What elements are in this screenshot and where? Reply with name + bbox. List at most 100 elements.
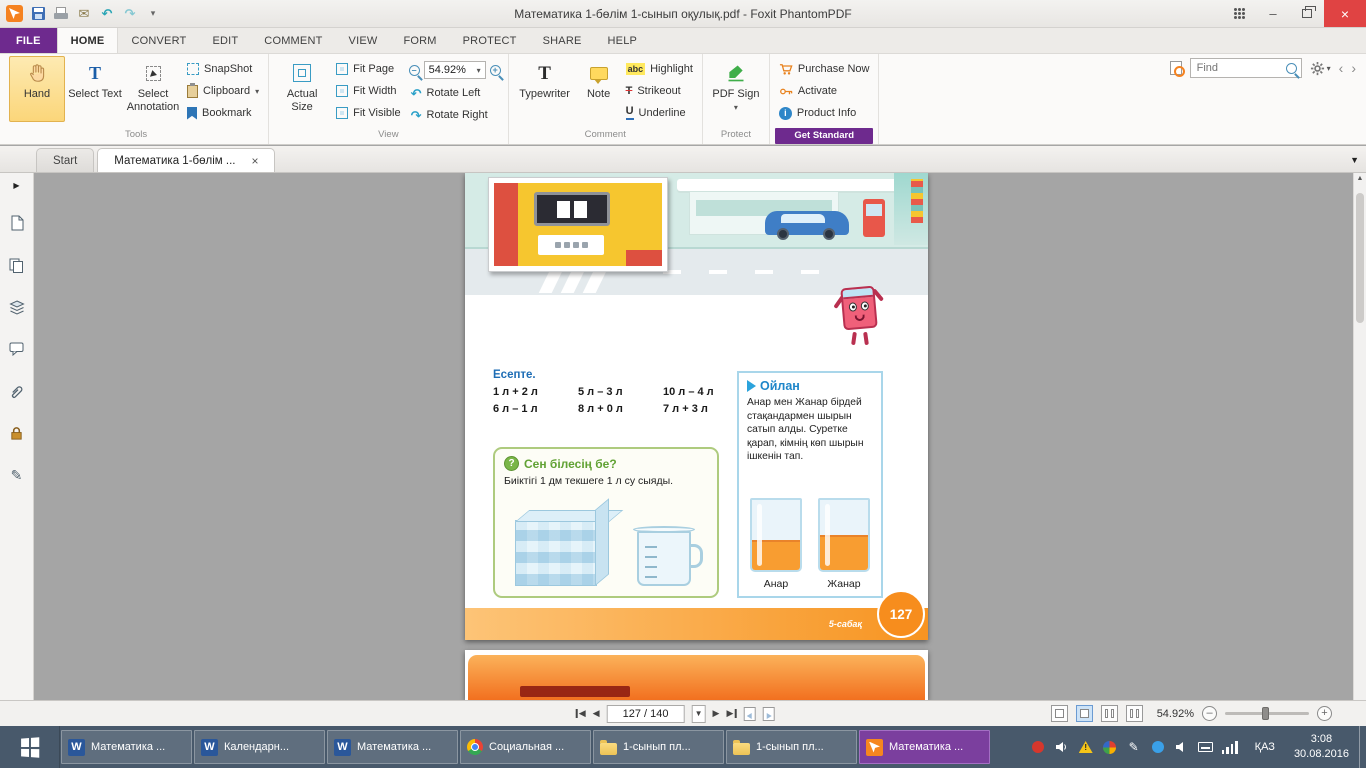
tab-help[interactable]: HELP <box>595 28 651 53</box>
tab-file[interactable]: FILE <box>0 28 57 53</box>
page-number-input[interactable] <box>607 705 685 723</box>
show-desktop-button[interactable] <box>1359 726 1366 768</box>
activate-button[interactable]: Activate <box>775 81 874 101</box>
continuous-facing-view-icon[interactable] <box>1126 705 1143 722</box>
undo-icon[interactable]: ↶ <box>99 5 115 23</box>
taskbar-item-chrome[interactable]: Социальная ... <box>460 730 591 764</box>
underline-button[interactable]: U Underline <box>622 103 697 123</box>
qat-customize-icon[interactable]: ▾ <box>145 5 161 23</box>
tab-home[interactable]: HOME <box>57 28 119 53</box>
zoom-slider[interactable] <box>1225 712 1309 715</box>
network-signal-icon[interactable] <box>1222 739 1238 755</box>
close-icon[interactable]: × <box>1324 0 1366 27</box>
tray-app2-icon[interactable] <box>1150 739 1166 755</box>
redo-icon[interactable]: ↷ <box>122 5 138 23</box>
zoom-in-icon[interactable]: + <box>490 65 501 76</box>
tab-edit[interactable]: EDIT <box>199 28 251 53</box>
purchase-now-button[interactable]: Purchase Now <box>775 59 874 79</box>
start-button[interactable] <box>0 726 60 768</box>
continuous-view-icon[interactable] <box>1076 705 1093 722</box>
select-text-button[interactable]: T Select Text <box>67 56 123 122</box>
save-icon[interactable] <box>30 5 46 23</box>
zoom-out-icon[interactable]: – <box>409 65 420 76</box>
keyboard-icon[interactable] <box>1198 739 1214 755</box>
minimize-icon[interactable]: – <box>1256 0 1290 27</box>
tab-comment[interactable]: COMMENT <box>251 28 335 53</box>
volume2-icon[interactable] <box>1174 739 1190 755</box>
bookmark-button[interactable]: Bookmark <box>183 103 263 123</box>
single-page-view-icon[interactable] <box>1051 705 1068 722</box>
foxit-logo-icon[interactable] <box>6 5 23 22</box>
taskbar-item-word-2[interactable]: W Календарн... <box>194 730 325 764</box>
facing-view-icon[interactable] <box>1101 705 1118 722</box>
clipboard-button[interactable]: Clipboard ▾ <box>183 81 263 101</box>
scroll-left-icon[interactable]: ‹ <box>1339 61 1344 75</box>
print-icon[interactable] <box>53 5 69 23</box>
scroll-right-icon[interactable]: › <box>1351 61 1356 75</box>
search-document-icon[interactable] <box>1170 61 1182 75</box>
tray-badge-icon[interactable] <box>1030 739 1046 755</box>
zoom-slider-thumb[interactable] <box>1262 707 1269 720</box>
tab-convert[interactable]: CONVERT <box>118 28 199 53</box>
close-tab-icon[interactable]: × <box>251 155 258 167</box>
next-view-icon[interactable] <box>762 707 774 721</box>
signature-panel-icon[interactable]: ✎ <box>7 466 27 484</box>
attachments-panel-icon[interactable] <box>7 382 27 400</box>
taskbar-item-folder-2[interactable]: 1-сынып пл... <box>726 730 857 764</box>
pen-input-icon[interactable]: ✎ <box>1126 739 1142 755</box>
select-annotation-button[interactable]: Select Annotation <box>125 56 181 122</box>
search-icon[interactable] <box>1286 63 1297 74</box>
taskbar-item-word-3[interactable]: W Математика ... <box>327 730 458 764</box>
zoom-in-button[interactable]: + <box>1317 706 1332 721</box>
gear-icon[interactable]: ▾ <box>1310 61 1331 76</box>
pages-panel-icon[interactable] <box>7 256 27 274</box>
tab-view[interactable]: VIEW <box>336 28 391 53</box>
zoom-out-button[interactable]: – <box>1202 706 1217 721</box>
taskbar-item-foxit[interactable]: Математика ... <box>859 730 990 764</box>
comments-panel-icon[interactable] <box>7 340 27 358</box>
hand-tool-button[interactable]: Hand <box>9 56 65 122</box>
security-panel-icon[interactable] <box>7 424 27 442</box>
product-info-button[interactable]: i Product Info <box>775 103 874 123</box>
language-indicator[interactable]: ҚАЗ <box>1246 726 1284 768</box>
restore-icon[interactable] <box>1290 0 1324 27</box>
previous-view-icon[interactable] <box>743 707 755 721</box>
document-view[interactable]: Есепте. 1 л + 2 л 5 л – 3 л 10 л – 4 л 6… <box>34 173 1353 700</box>
first-page-button[interactable]: ◀ <box>576 708 586 719</box>
find-input[interactable] <box>1197 62 1283 74</box>
email-icon[interactable]: ✉ <box>76 5 92 23</box>
zoom-level-combobox[interactable]: 54.92% ▾ <box>424 61 486 79</box>
taskbar-item-folder-1[interactable]: 1-сынып пл... <box>593 730 724 764</box>
typewriter-button[interactable]: T Typewriter <box>514 56 576 122</box>
layers-panel-icon[interactable] <box>7 298 27 316</box>
fit-visible-button[interactable]: Fit Visible <box>332 103 404 123</box>
scroll-up-icon[interactable]: ▲ <box>1354 175 1366 182</box>
panel-expand-icon[interactable]: ▶ <box>13 181 19 190</box>
tab-share[interactable]: SHARE <box>530 28 595 53</box>
tab-list-dropdown-icon[interactable]: ▼ <box>1350 155 1359 165</box>
pdf-sign-button[interactable]: PDF Sign ▾ <box>708 56 764 122</box>
strikeout-button[interactable]: T Strikeout <box>622 81 697 101</box>
fit-width-button[interactable]: Fit Width <box>332 81 404 101</box>
rotate-left-button[interactable]: ↶ Rotate Left <box>407 83 503 103</box>
tray-app-icon[interactable] <box>1102 739 1118 755</box>
tab-form[interactable]: FORM <box>390 28 449 53</box>
note-button[interactable]: Note <box>578 56 620 122</box>
previous-page-button[interactable]: ◀ <box>593 708 600 719</box>
volume-icon[interactable] <box>1054 739 1070 755</box>
rotate-right-button[interactable]: ↷ Rotate Right <box>407 105 503 125</box>
tab-protect[interactable]: PROTECT <box>450 28 530 53</box>
last-page-button[interactable]: ▶ <box>726 708 736 719</box>
snapshot-button[interactable]: SnapShot <box>183 59 263 79</box>
next-page-button[interactable]: ▶ <box>713 708 720 719</box>
warning-icon[interactable]: ! <box>1078 739 1094 755</box>
actual-size-button[interactable]: Actual Size <box>274 56 330 122</box>
tab-document[interactable]: Математика 1-бөлім ... × <box>97 148 275 172</box>
tab-start[interactable]: Start <box>36 148 94 172</box>
scrollbar-thumb[interactable] <box>1356 193 1364 323</box>
taskbar-item-word-1[interactable]: W Математика ... <box>61 730 192 764</box>
vertical-scrollbar[interactable]: ▲ <box>1353 173 1366 700</box>
ui-options-grid-icon[interactable] <box>1222 0 1256 27</box>
fit-page-button[interactable]: Fit Page <box>332 59 404 79</box>
highlight-button[interactable]: abc Highlight <box>622 59 697 79</box>
